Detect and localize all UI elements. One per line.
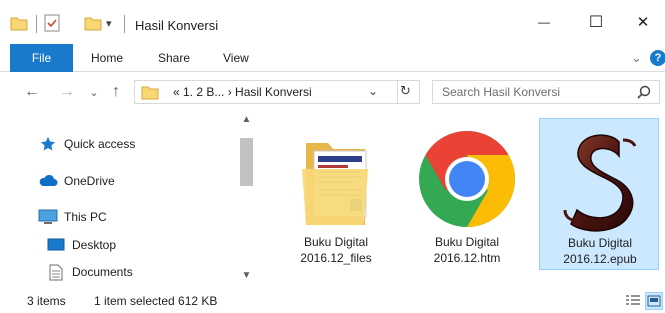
file-name-line1: Buku Digital xyxy=(567,236,633,250)
back-button[interactable]: ← xyxy=(20,80,44,104)
breadcrumb[interactable]: « 1. 2 B... › Hasil Konversi xyxy=(173,85,312,99)
title-separator xyxy=(36,15,37,33)
ribbon: File Home Share View ⌄ ? xyxy=(0,44,665,72)
nav-item-label: OneDrive xyxy=(64,174,115,188)
maximize-button[interactable]: ☐ xyxy=(573,0,619,44)
file-name-line2: 2016.12_files xyxy=(300,251,372,265)
file-item[interactable]: Buku Digital 2016.12_files xyxy=(276,118,396,270)
nav-item-label: Quick access xyxy=(64,137,136,151)
nav-item-label: Documents xyxy=(72,265,133,279)
new-folder-icon[interactable] xyxy=(84,11,102,35)
nav-item-desktop[interactable]: Desktop xyxy=(46,233,116,257)
nav-item-label: This PC xyxy=(64,210,107,224)
nav-item-documents[interactable]: Documents xyxy=(46,260,133,284)
selection-info: 1 item selected 612 KB xyxy=(94,294,218,308)
status-bar: 3 items 1 item selected 612 KB xyxy=(0,288,665,313)
nav-item-onedrive[interactable]: OneDrive xyxy=(38,169,115,193)
folder-icon xyxy=(10,11,28,35)
navigation-bar: ← → ⌄ ↑ « 1. 2 B... › Hasil Konversi ⌄ ↻… xyxy=(0,72,665,112)
tab-home[interactable]: Home xyxy=(91,44,123,72)
recent-locations-button[interactable]: ⌄ xyxy=(82,80,106,104)
nav-item-label: Desktop xyxy=(72,238,117,252)
folder-icon xyxy=(141,84,159,103)
file-name-line1: Buku Digital xyxy=(434,235,500,249)
file-item-selected[interactable]: Buku Digital 2016.12.epub xyxy=(539,118,659,270)
details-view-icon[interactable] xyxy=(624,292,642,310)
search-icon[interactable] xyxy=(637,85,651,102)
epub-s-icon xyxy=(550,125,650,235)
large-icons-view-icon[interactable] xyxy=(645,292,663,310)
documents-icon xyxy=(46,263,66,281)
minimize-button[interactable]: — xyxy=(521,0,567,44)
cloud-icon xyxy=(38,172,58,190)
qa-dropdown-icon[interactable]: ▾ xyxy=(106,11,112,35)
file-name: Buku Digital 2016.12.epub xyxy=(540,235,660,267)
file-name-line2: 2016.12.htm xyxy=(433,251,501,265)
tab-file[interactable]: File xyxy=(10,44,73,72)
refresh-button[interactable]: ↻ xyxy=(400,83,411,99)
scroll-thumb[interactable] xyxy=(240,138,253,186)
forward-button[interactable]: → xyxy=(55,80,79,104)
scroll-up-button[interactable]: ▲ xyxy=(238,114,255,130)
search-box[interactable]: Search Hasil Konversi xyxy=(432,80,660,104)
tab-share[interactable]: Share xyxy=(158,44,190,72)
title-bar: ▾ Hasil Konversi — ☐ ✕ xyxy=(0,0,665,44)
nav-item-this-pc[interactable]: This PC xyxy=(38,205,107,229)
ribbon-expand-icon[interactable]: ⌄ xyxy=(631,44,642,72)
folder-icon xyxy=(286,124,386,234)
file-name: Buku Digital 2016.12_files xyxy=(276,234,396,266)
item-count: 3 items xyxy=(27,294,66,308)
file-name-line1: Buku Digital xyxy=(303,235,369,249)
navigation-pane: Quick access OneDrive This PC Desktop Do… xyxy=(0,112,256,288)
desktop-icon xyxy=(46,236,66,254)
scroll-down-button[interactable]: ▼ xyxy=(238,270,255,286)
properties-icon[interactable] xyxy=(44,11,60,35)
computer-icon xyxy=(38,208,58,226)
window-title: Hasil Konversi xyxy=(135,18,219,33)
tab-view[interactable]: View xyxy=(223,44,249,72)
file-name-line2: 2016.12.epub xyxy=(563,252,637,266)
help-icon[interactable]: ? xyxy=(650,50,665,66)
file-item[interactable]: Buku Digital 2016.12.htm xyxy=(407,118,527,270)
title-separator xyxy=(124,15,125,33)
address-separator xyxy=(397,81,398,103)
search-input[interactable]: Search Hasil Konversi xyxy=(442,85,560,99)
file-list: Buku Digital 2016.12_files Buku Digital … xyxy=(256,112,665,288)
address-dropdown-icon[interactable]: ⌄ xyxy=(368,84,378,98)
nav-scrollbar[interactable]: ▲ ▼ xyxy=(238,112,255,288)
up-button[interactable]: ↑ xyxy=(104,80,128,104)
star-icon xyxy=(38,135,58,153)
address-bar[interactable]: « 1. 2 B... › Hasil Konversi ⌄ ↻ xyxy=(134,80,420,104)
file-name: Buku Digital 2016.12.htm xyxy=(407,234,527,266)
close-button[interactable]: ✕ xyxy=(620,0,665,44)
chrome-icon xyxy=(417,124,517,234)
nav-item-quick-access[interactable]: Quick access xyxy=(38,132,135,156)
